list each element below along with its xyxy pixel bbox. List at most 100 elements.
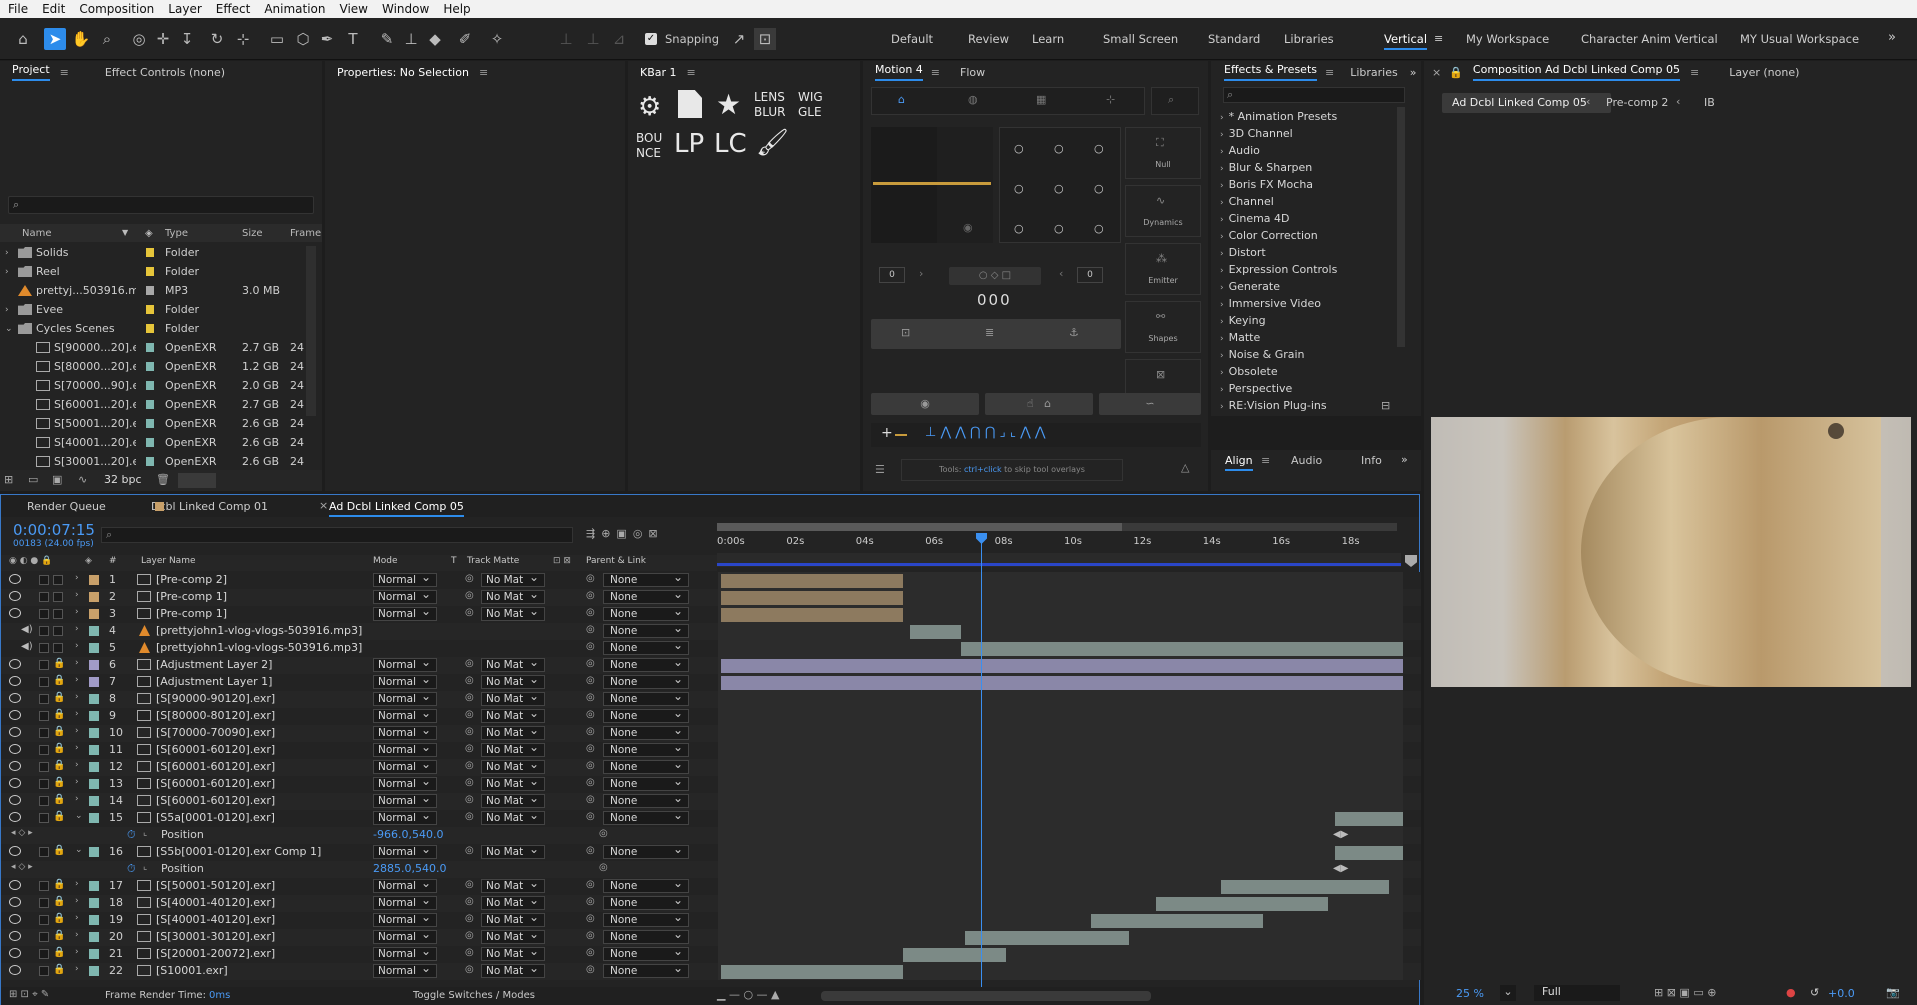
layer-row[interactable]: › 3 [Pre-comp 1] Normal ◎ No Mat ◎ None	[1, 604, 1421, 623]
pickwhip-icon[interactable]: ◎	[586, 709, 595, 720]
zoom-out-icon[interactable]: ▁ — ○ — ▲	[717, 988, 780, 1001]
parent-select[interactable]: None	[603, 706, 689, 723]
dolly-camera-icon[interactable]: ↧	[176, 28, 198, 50]
solo-toggle[interactable]	[39, 660, 49, 670]
label-swatch[interactable]	[89, 813, 99, 823]
layer-row[interactable]: 🔒 › 21 [S[20001-20072].exr] Normal ◎ No Mat ◎ No…	[1, 944, 1421, 963]
close-icon[interactable]: ×	[1432, 66, 1441, 79]
twirl-arrow-icon[interactable]: ›	[75, 964, 79, 974]
project-item[interactable]: S[70000...90].exr OpenEXR 2.0 GB 24	[0, 376, 320, 395]
end-marker[interactable]	[1405, 555, 1417, 567]
solo-toggle[interactable]	[39, 762, 49, 772]
layer-name[interactable]: [Adjustment Layer 1]	[156, 675, 272, 688]
tab-layer[interactable]: Layer (none)	[1729, 66, 1799, 79]
droplet-tab-icon[interactable]: ◍	[968, 93, 978, 106]
crumb-precomp[interactable]: Pre-comp 2	[1606, 96, 1668, 109]
parent-select[interactable]: None	[603, 604, 689, 621]
project-item[interactable]: S[40001...20].exr OpenEXR 2.6 GB 24	[0, 433, 320, 452]
track-matte-icon[interactable]: ◎	[465, 658, 474, 669]
layer-row[interactable]: 🔒 › 6 [Adjustment Layer 2] Normal ◎ No Mat ◎ Non…	[1, 655, 1421, 674]
mode-select[interactable]: Normal	[373, 723, 437, 740]
tab-libraries[interactable]: Libraries	[1350, 66, 1398, 79]
pickwhip-icon[interactable]: ◎	[586, 947, 595, 958]
brush-tool-icon[interactable]: ✎	[376, 28, 398, 50]
effect-category[interactable]: › Boris FX Mocha	[1220, 178, 1313, 191]
properties-menu-icon[interactable]: ≡	[479, 66, 488, 79]
twirl-arrow-icon[interactable]: ›	[75, 641, 79, 651]
lock-icon[interactable]: 🔒	[53, 692, 65, 703]
parent-select[interactable]: None	[603, 893, 689, 910]
snapshot-icon[interactable]: 📷	[1886, 986, 1900, 999]
layer-row[interactable]: › 1 [Pre-comp 2] Normal ◎ No Mat ◎ None	[1, 570, 1421, 589]
track-matte-select[interactable]: No Mat	[481, 808, 545, 825]
workspace-menu-icon[interactable]: ≡	[1434, 32, 1443, 45]
lock-toggle[interactable]	[53, 592, 63, 602]
lock-icon[interactable]: 🔒	[53, 794, 65, 805]
layer-name[interactable]: [S[60001-60120].exr]	[156, 777, 275, 790]
track-matte-icon[interactable]: ◎	[465, 743, 474, 754]
keyframe-icon[interactable]: ◀▶	[1333, 863, 1348, 874]
rotation-tool-icon[interactable]: ↻	[206, 28, 228, 50]
track-matte-select[interactable]: No Mat	[481, 604, 545, 621]
layer-row[interactable]: 🔒 › 9 [S[80000-80120].exr] Normal ◎ No Mat ◎ Non…	[1, 706, 1421, 725]
lock-icon[interactable]: 🔒	[53, 947, 65, 958]
track-matte-icon[interactable]: ◎	[465, 726, 474, 737]
layer-row[interactable]: 🔒 › 10 [S[70000-70090].exr] Normal ◎ No Mat ◎ No…	[1, 723, 1421, 742]
twirl-arrow-icon[interactable]: ›	[75, 930, 79, 940]
twirl-arrow-icon[interactable]: ›	[75, 709, 79, 719]
parent-select[interactable]: None	[603, 842, 689, 859]
footer-icons[interactable]: ⊞ ⊡ ⌖ ✎	[9, 989, 49, 1000]
eye-icon[interactable]	[9, 727, 21, 737]
toggle-switches-button[interactable]: Toggle Switches / Modes	[413, 990, 535, 1001]
track-matte-icon[interactable]: ◎	[465, 573, 474, 584]
track-matte-icon[interactable]: ◎	[465, 947, 474, 958]
grid-tab-icon[interactable]: ▦	[1036, 93, 1046, 106]
trash-icon[interactable]: 🗑	[156, 473, 170, 486]
mode-select[interactable]: Normal	[373, 757, 437, 774]
effect-category[interactable]: › Audio	[1220, 144, 1260, 157]
solo-toggle[interactable]	[39, 881, 49, 891]
layer-row[interactable]: 🔒 › 22 [S10001.exr] Normal ◎ No Mat ◎ None	[1, 961, 1421, 980]
track-matte-select[interactable]: No Mat	[481, 791, 545, 808]
mode-select[interactable]: Normal	[373, 961, 437, 978]
label-swatch[interactable]	[89, 762, 99, 772]
parent-select[interactable]: None	[603, 587, 689, 604]
track-matte-icon[interactable]: ◎	[465, 879, 474, 890]
parent-select[interactable]: None	[603, 740, 689, 757]
color-icon[interactable]: ●	[1786, 986, 1796, 999]
eye-icon[interactable]	[9, 676, 21, 686]
crumb-ib[interactable]: IB	[1704, 96, 1715, 109]
track-matte-select[interactable]: No Mat	[481, 587, 545, 604]
mode-select[interactable]: Normal	[373, 570, 437, 587]
parent-select[interactable]: None	[603, 621, 689, 638]
parent-select[interactable]: None	[603, 961, 689, 978]
parent-select[interactable]: None	[603, 944, 689, 961]
lock-icon[interactable]: 🔒	[53, 913, 65, 924]
current-time[interactable]: 0:00:07:15	[13, 521, 95, 539]
selection-tool-icon[interactable]: ➤	[44, 28, 66, 50]
workspace-default[interactable]: Default	[891, 32, 933, 46]
track-matte-select[interactable]: No Mat	[481, 689, 545, 706]
tab-motion[interactable]: Motion 4	[875, 63, 923, 81]
effect-category[interactable]: › Channel	[1220, 195, 1274, 208]
layer-name[interactable]: [S[60001-60120].exr]	[156, 743, 275, 756]
chevron-right-icon[interactable]: ›	[919, 267, 923, 280]
menu-window[interactable]: Window	[382, 2, 429, 16]
workspace-overflow-icon[interactable]: »	[1888, 30, 1896, 45]
new-bin-icon[interactable]: ⊟	[1381, 399, 1390, 412]
column-frame[interactable]: Frame I	[290, 228, 327, 239]
anchor-dot[interactable]: ○	[1014, 142, 1024, 155]
label-swatch[interactable]	[146, 438, 154, 447]
panel-overflow-icon[interactable]: »	[1401, 453, 1408, 466]
curve-button[interactable]: ∽	[1099, 393, 1201, 415]
layer-row[interactable]: 🔒 ⌄ 15 [S5a[0001-0120].exr] Normal ◎ No Mat ◎ No…	[1, 808, 1421, 827]
layer-name[interactable]: [Pre-comp 2]	[156, 573, 227, 586]
speaker-icon[interactable]: ◀)	[21, 641, 33, 652]
label-swatch[interactable]	[146, 248, 154, 257]
eye-icon[interactable]	[9, 761, 21, 771]
layer-row[interactable]: 🔒 › 14 [S[60001-60120].exr] Normal ◎ No Mat ◎ No…	[1, 791, 1421, 810]
stopwatch-icon[interactable]: ⏱	[127, 828, 136, 842]
layer-bar[interactable]	[964, 931, 1129, 945]
eye-icon[interactable]	[9, 710, 21, 720]
twirl-arrow-icon[interactable]: ⌄	[75, 811, 83, 821]
